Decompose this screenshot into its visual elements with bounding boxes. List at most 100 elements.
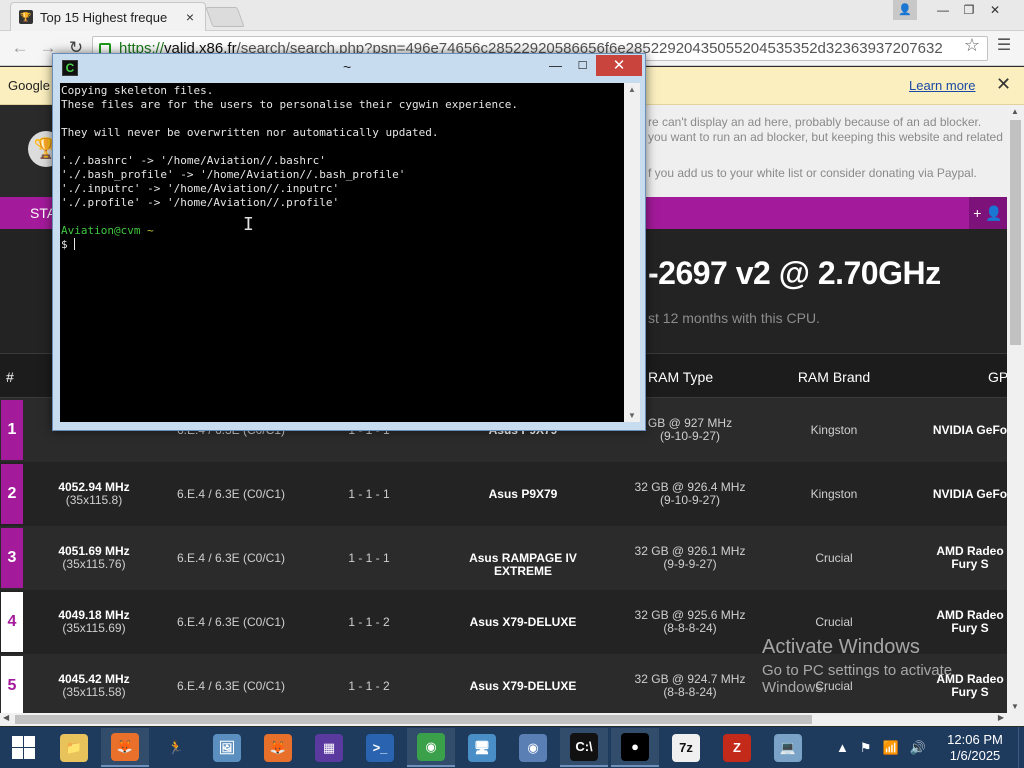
scroll-left-icon[interactable]: ◀ xyxy=(3,713,9,722)
cell-mobo: Asus X79-DELUXE xyxy=(453,680,593,693)
taskbar-remote-desktop[interactable]: 🖥 xyxy=(458,728,506,767)
tab-close-icon[interactable]: × xyxy=(183,10,197,24)
cell-ram-line: (9-10-9-27) xyxy=(659,493,721,507)
rank-badge: 4 xyxy=(1,592,23,652)
taskbar-chrome[interactable]: ◉ xyxy=(407,728,455,767)
cell-brand-line: Kingston xyxy=(810,423,858,437)
taskbar-chrome-canary[interactable]: ◉ xyxy=(509,728,557,767)
taskbar-clock[interactable]: 12:06 PM 1/6/2025 xyxy=(942,732,1008,764)
scroll-right-icon[interactable]: ▶ xyxy=(998,713,1004,722)
cell-mobo-line: Asus X79-DELUXE xyxy=(469,679,577,693)
cell-cores: 1 - 1 - 2 xyxy=(329,680,409,693)
cell-freq: 4049.18 MHz (35x115.69) xyxy=(34,609,154,635)
browser-tabbar: 🏆 Top 15 Highest freque × 👤 — ❐ ✕ xyxy=(0,0,1024,31)
infobar-close-icon[interactable]: ✕ xyxy=(996,74,1011,95)
cell-ram-line: (8-8-8-24) xyxy=(663,685,717,699)
chrome-menu-icon[interactable]: ☰ xyxy=(994,35,1014,55)
table-row[interactable]: 3 4051.69 MHz (35x115.76) 6.E.4 / 6.3E (C0/… xyxy=(0,526,1007,590)
terminal-titlebar[interactable]: C ~ — ☐ ✕ xyxy=(53,54,645,82)
taskbar-firefox[interactable]: 🦊 xyxy=(101,728,149,767)
text-cursor xyxy=(74,238,76,250)
rank-badge: 5 xyxy=(1,656,23,713)
cell-mobo-line: Asus RAMPAGE IV EXTREME xyxy=(469,551,577,578)
add-user-button[interactable]: + 👤 xyxy=(969,197,1007,229)
taskbar-filezilla[interactable]: Z xyxy=(713,728,761,767)
rank-badge: 2 xyxy=(1,464,23,524)
close-window-button[interactable]: ✕ xyxy=(982,0,1008,20)
cell-spec-line: 6.E.4 / 6.3E (C0/C1) xyxy=(176,679,286,693)
browser-tab[interactable]: 🏆 Top 15 Highest freque × xyxy=(10,2,206,31)
taskbar-image-viewer[interactable]: 🖼 xyxy=(203,728,251,767)
volume-icon[interactable]: 🔊 xyxy=(910,740,926,756)
cell-spec-line: 6.E.4 / 6.3E (C0/C1) xyxy=(176,551,286,565)
taskbar-7zip[interactable]: 7z xyxy=(662,728,710,767)
back-arrow-icon[interactable]: ← xyxy=(8,36,32,60)
cell-mobo: Asus RAMPAGE IV EXTREME xyxy=(453,552,593,578)
maximize-button[interactable]: ❐ xyxy=(956,0,982,20)
taskbar-cpu-z[interactable]: ▦ xyxy=(305,728,353,767)
taskbar-firefox-2[interactable]: 🦊 xyxy=(254,728,302,767)
start-button[interactable] xyxy=(0,727,48,768)
taskbar-cygwin-terminal[interactable]: C:\ xyxy=(560,728,608,767)
cell-freq-line: (35x115.8) xyxy=(65,493,123,507)
action-center-flag-icon[interactable]: ⚑ xyxy=(860,740,872,756)
scroll-down-icon[interactable]: ▼ xyxy=(1011,702,1019,711)
scroll-thumb[interactable] xyxy=(1010,120,1021,345)
watermark-subtitle: Go to PC settings to activate Windows. xyxy=(762,662,952,696)
scroll-down-icon[interactable]: ▼ xyxy=(628,411,636,420)
cell-gpu: NVIDIA GeFo xyxy=(920,488,1007,501)
tray-overflow-icon[interactable]: ▲ xyxy=(836,740,849,755)
network-icon[interactable]: 📶 xyxy=(883,740,899,756)
cell-mobo: Asus P9X79 xyxy=(453,488,593,501)
cell-freq-line: (35x115.69) xyxy=(62,621,126,635)
learn-more-link[interactable]: Learn more xyxy=(909,78,975,93)
col-header-gpu: GP xyxy=(988,369,1007,385)
cell-brand-line: Kingston xyxy=(810,487,858,501)
terminal-minimize-button[interactable]: — xyxy=(542,58,569,76)
col-header-ram-brand: RAM Brand xyxy=(797,369,871,385)
terminal-input-line[interactable]: $ xyxy=(61,238,623,252)
scroll-up-icon[interactable]: ▲ xyxy=(628,85,636,94)
adblock-line: you want to run an ad blocker, but keepi… xyxy=(648,130,1003,144)
page-title: -2697 v2 @ 2.70GHz xyxy=(648,255,941,291)
cell-brand-line: Crucial xyxy=(815,551,853,565)
bookmark-star-icon[interactable]: ☆ xyxy=(964,35,980,56)
cell-ram: 32 GB @ 924.7 MHz (8-8-8-24) xyxy=(620,673,760,699)
cygwin-terminal-window[interactable]: C ~ — ☐ ✕ Copying skeleton files. These f… xyxy=(52,53,646,431)
cell-brand: Kingston xyxy=(784,488,884,501)
cell-spec: 6.E.4 / 6.3E (C0/C1) xyxy=(161,616,301,629)
cell-spec: 6.E.4 / 6.3E (C0/C1) xyxy=(161,680,301,693)
browser-window-controls: — ❐ ✕ xyxy=(930,0,1008,20)
terminal-maximize-button[interactable]: ☐ xyxy=(569,58,596,76)
taskbar-file-explorer[interactable]: 📁 xyxy=(50,728,98,767)
terminal-scrollbar[interactable]: ▲ ▼ xyxy=(624,83,640,422)
minimize-button[interactable]: — xyxy=(930,0,956,20)
terminal-line: './.bash_profile' -> '/home/Aviation//.b… xyxy=(61,168,406,181)
col-header-rank: # xyxy=(6,369,14,385)
terminal-line: These files are for the users to persona… xyxy=(61,98,518,111)
user-profile-icon[interactable]: 👤 xyxy=(893,0,917,20)
taskbar-powershell[interactable]: >_ xyxy=(356,728,404,767)
taskbar-network-computer[interactable]: 💻 xyxy=(764,728,812,767)
table-row[interactable]: 2 4052.94 MHz (35x115.8) 6.E.4 / 6.3E (C0/C… xyxy=(0,462,1007,526)
watermark-line: Go to PC settings to activate xyxy=(762,662,953,679)
infobar-text: Google xyxy=(8,78,50,93)
terminal-line: './.profile' -> '/home/Aviation//.profil… xyxy=(61,196,340,209)
terminal-output[interactable]: Copying skeleton files. These files are f… xyxy=(60,83,624,422)
page-vertical-scrollbar[interactable]: ▲ ▼ xyxy=(1007,105,1024,713)
cell-ram: 32 GB @ 926.4 MHz (9-10-9-27) xyxy=(620,481,760,507)
scroll-thumb-horizontal[interactable] xyxy=(15,715,812,724)
page-horizontal-scrollbar[interactable]: ◀ ▶ xyxy=(0,713,1024,726)
cygwin-icon[interactable]: C xyxy=(62,60,78,76)
cell-spec: 6.E.4 / 6.3E (C0/C1) xyxy=(161,552,301,565)
show-desktop-button[interactable] xyxy=(1018,727,1024,768)
cell-gpu-line: NVIDIA GeFo xyxy=(932,423,1007,437)
taskbar-runner-app[interactable]: 🏃 xyxy=(152,728,200,767)
new-tab-button[interactable] xyxy=(205,7,245,27)
scroll-up-icon[interactable]: ▲ xyxy=(1011,107,1019,116)
terminal-close-button[interactable]: ✕ xyxy=(596,55,642,76)
cell-ram: 32 GB @ 925.6 MHz (8-8-8-24) xyxy=(620,609,760,635)
taskbar-recorder[interactable]: ● xyxy=(611,728,659,767)
